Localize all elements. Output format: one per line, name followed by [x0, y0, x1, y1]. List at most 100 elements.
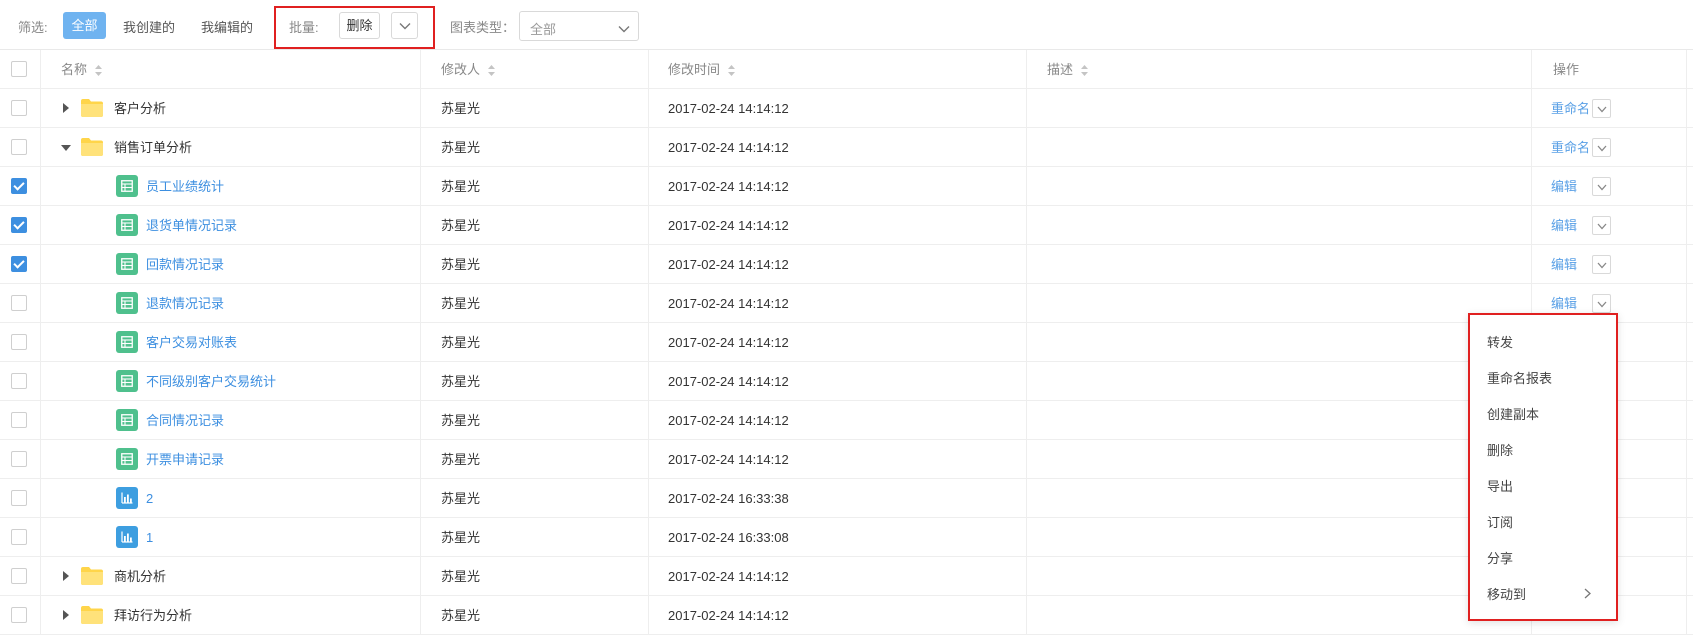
modified-time-cell: 2017-02-24 14:14:12: [668, 296, 789, 311]
report-row[interactable]: 不同级别客户交易统计 苏星光 2017-02-24 14:14:12: [0, 362, 1693, 401]
row-checkbox[interactable]: [11, 100, 27, 116]
row-checkbox[interactable]: [11, 412, 27, 428]
folder-row[interactable]: 商机分析 苏星光 2017-02-24 14:14:12: [0, 557, 1693, 596]
row-checkbox[interactable]: [11, 607, 27, 623]
filter-mine-button[interactable]: 我创建的: [123, 17, 175, 36]
chevron-down-icon: [1597, 257, 1607, 272]
row-checkbox[interactable]: [11, 568, 27, 584]
folder-row[interactable]: 拜访行为分析 苏星光 2017-02-24 14:14:12: [0, 596, 1693, 635]
report-name-link[interactable]: 回款情况记录: [146, 245, 224, 284]
chart-type-label: 图表类型：: [450, 20, 516, 35]
header-name[interactable]: 名称: [61, 50, 102, 89]
filter-all-button[interactable]: 全部: [63, 12, 106, 39]
modifier-cell: 苏星光: [441, 608, 481, 623]
header-description[interactable]: 描述: [1047, 50, 1088, 89]
report-row[interactable]: 退货单情况记录 苏星光 2017-02-24 14:14:12 编辑: [0, 206, 1693, 245]
header-modifier[interactable]: 修改人: [441, 50, 495, 89]
chevron-down-icon: [1597, 296, 1607, 311]
caret-down-icon[interactable]: [60, 128, 72, 167]
report-row[interactable]: 回款情况记录 苏星光 2017-02-24 14:14:12 编辑: [0, 245, 1693, 284]
sort-icon: [487, 65, 495, 77]
table-report-icon: [116, 253, 138, 275]
row-more-button[interactable]: [1592, 294, 1611, 313]
report-name-link[interactable]: 1: [146, 518, 153, 557]
menu-item-subscribe[interactable]: 订阅: [1487, 505, 1607, 541]
report-name-link[interactable]: 2: [146, 479, 153, 518]
folder-name[interactable]: 拜访行为分析: [114, 596, 192, 635]
menu-item-share[interactable]: 分享: [1487, 541, 1607, 577]
modified-time-cell: 2017-02-24 14:14:12: [668, 374, 789, 389]
folder-name[interactable]: 销售订单分析: [114, 128, 192, 167]
row-checkbox[interactable]: [11, 217, 27, 233]
row-more-button[interactable]: [1592, 255, 1611, 274]
row-checkbox[interactable]: [11, 529, 27, 545]
report-name-link[interactable]: 员工业绩统计: [146, 167, 224, 206]
report-row[interactable]: 退款情况记录 苏星光 2017-02-24 14:14:12 编辑: [0, 284, 1693, 323]
report-name-link[interactable]: 不同级别客户交易统计: [146, 362, 276, 401]
caret-right-icon[interactable]: [60, 89, 72, 128]
row-more-button[interactable]: [1592, 99, 1611, 118]
filter-edited-button[interactable]: 我编辑的: [201, 17, 253, 36]
table-body: 客户分析 苏星光 2017-02-24 14:14:12 重命名 销售订单分析 苏星光 20…: [0, 89, 1693, 635]
edit-link[interactable]: 编辑: [1551, 206, 1577, 245]
edit-link[interactable]: 编辑: [1551, 245, 1577, 284]
sort-icon: [727, 65, 735, 77]
folder-name[interactable]: 商机分析: [114, 557, 166, 596]
menu-item-duplicate[interactable]: 创建副本: [1487, 397, 1607, 433]
modifier-cell: 苏星光: [441, 101, 481, 116]
folder-name[interactable]: 客户分析: [114, 89, 166, 128]
report-name-link[interactable]: 退款情况记录: [146, 284, 224, 323]
chevron-down-icon: [399, 22, 410, 29]
report-name-link[interactable]: 退货单情况记录: [146, 206, 237, 245]
modified-time-cell: 2017-02-24 14:14:12: [668, 569, 789, 584]
modified-time-cell: 2017-02-24 14:14:12: [668, 452, 789, 467]
edit-link[interactable]: 编辑: [1551, 167, 1577, 206]
row-checkbox[interactable]: [11, 178, 27, 194]
chart-type-select[interactable]: 全部: [519, 11, 639, 41]
row-checkbox[interactable]: [11, 451, 27, 467]
modifier-cell: 苏星光: [441, 491, 481, 506]
menu-item-forward[interactable]: 转发: [1487, 325, 1607, 361]
modified-time-cell: 2017-02-24 14:14:12: [668, 608, 789, 623]
report-row[interactable]: 合同情况记录 苏星光 2017-02-24 14:14:12: [0, 401, 1693, 440]
report-name-link[interactable]: 合同情况记录: [146, 401, 224, 440]
rename-link[interactable]: 重命名: [1551, 128, 1590, 167]
select-all-checkbox[interactable]: [11, 61, 27, 77]
report-row[interactable]: 员工业绩统计 苏星光 2017-02-24 14:14:12 编辑: [0, 167, 1693, 206]
report-row[interactable]: 1 苏星光 2017-02-24 16:33:08: [0, 518, 1693, 557]
caret-right-icon[interactable]: [60, 596, 72, 635]
row-checkbox[interactable]: [11, 139, 27, 155]
report-name-link[interactable]: 开票申请记录: [146, 440, 224, 479]
sort-icon: [94, 65, 102, 77]
batch-more-button[interactable]: [391, 12, 418, 39]
folder-row[interactable]: 销售订单分析 苏星光 2017-02-24 14:14:12 重命名: [0, 128, 1693, 167]
table-report-icon: [116, 292, 138, 314]
row-checkbox[interactable]: [11, 490, 27, 506]
row-more-button[interactable]: [1592, 216, 1611, 235]
row-checkbox[interactable]: [11, 373, 27, 389]
menu-item-delete[interactable]: 删除: [1487, 433, 1607, 469]
header-time[interactable]: 修改时间: [668, 50, 735, 89]
filter-label: 筛选:: [18, 20, 48, 35]
report-table: 名称 修改人 修改时间 描述 操作 客户分析 苏星光 2017-02-24 14:1…: [0, 50, 1693, 635]
menu-item-move-to[interactable]: 移动到: [1487, 577, 1607, 613]
row-more-button[interactable]: [1592, 177, 1611, 196]
row-checkbox[interactable]: [11, 334, 27, 350]
report-row[interactable]: 2 苏星光 2017-02-24 16:33:38: [0, 479, 1693, 518]
header-time-label: 修改时间: [668, 62, 721, 77]
rename-link[interactable]: 重命名: [1551, 89, 1590, 128]
report-row[interactable]: 客户交易对账表 苏星光 2017-02-24 14:14:12: [0, 323, 1693, 362]
modifier-cell: 苏星光: [441, 257, 481, 272]
row-checkbox[interactable]: [11, 295, 27, 311]
menu-item-export[interactable]: 导出: [1487, 469, 1607, 505]
report-name-link[interactable]: 客户交易对账表: [146, 323, 237, 362]
report-row[interactable]: 开票申请记录 苏星光 2017-02-24 14:14:12: [0, 440, 1693, 479]
context-menu: 转发 重命名报表 创建副本 删除 导出 订阅 分享 移动到: [1468, 313, 1618, 621]
menu-item-rename-report[interactable]: 重命名报表: [1487, 361, 1607, 397]
row-more-button[interactable]: [1592, 138, 1611, 157]
batch-delete-button[interactable]: 删除: [339, 12, 380, 39]
row-checkbox[interactable]: [11, 256, 27, 272]
modifier-cell: 苏星光: [441, 140, 481, 155]
folder-row[interactable]: 客户分析 苏星光 2017-02-24 14:14:12 重命名: [0, 89, 1693, 128]
caret-right-icon[interactable]: [60, 557, 72, 596]
